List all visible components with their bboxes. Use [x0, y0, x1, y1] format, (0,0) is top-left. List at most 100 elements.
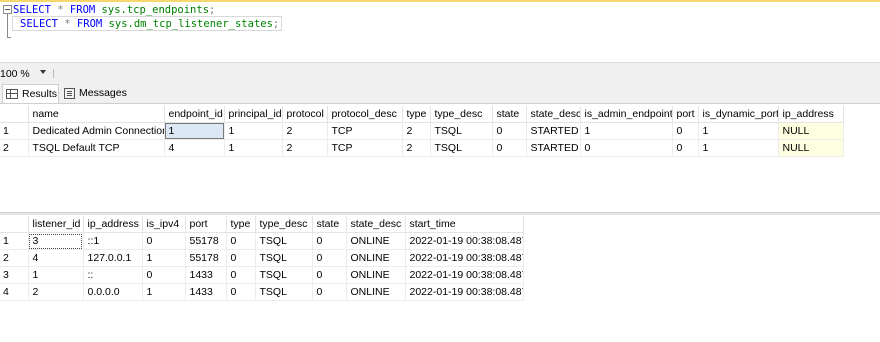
- grid-cell[interactable]: 0: [492, 122, 527, 140]
- column-header[interactable]: type: [226, 216, 256, 233]
- grid-cell[interactable]: 0: [226, 266, 256, 284]
- table-row[interactable]: 4 2 0.0.0.0 1 1433 0 TSQL 0 ONLINE 2022-…: [0, 283, 524, 301]
- grid-cell[interactable]: 0: [312, 249, 347, 267]
- column-header[interactable]: start_time: [405, 216, 524, 233]
- column-header[interactable]: type_desc: [430, 106, 493, 123]
- grid-cell[interactable]: 0: [672, 139, 699, 157]
- grid-cell[interactable]: TSQL Default TCP: [28, 139, 165, 157]
- column-header[interactable]: protocol_desc: [327, 106, 403, 123]
- grid-cell-null[interactable]: NULL: [778, 122, 844, 140]
- row-number[interactable]: 4: [0, 283, 29, 301]
- column-header[interactable]: state_desc: [346, 216, 406, 233]
- column-header[interactable]: state_desc: [526, 106, 581, 123]
- grid-cell[interactable]: TSQL: [255, 249, 313, 267]
- column-header[interactable]: protocol: [282, 106, 328, 123]
- column-header[interactable]: name: [28, 106, 165, 123]
- row-number-header[interactable]: [0, 106, 29, 123]
- row-number[interactable]: 2: [0, 249, 29, 267]
- grid-cell[interactable]: 4: [164, 139, 225, 157]
- grid-cell[interactable]: 1: [142, 249, 186, 267]
- grid-cell[interactable]: 0: [312, 232, 347, 250]
- grid-cell[interactable]: 55178: [185, 232, 227, 250]
- results-splitter[interactable]: [0, 212, 880, 215]
- grid-cell[interactable]: 127.0.0.1: [83, 249, 143, 267]
- query-line-2[interactable]: SELECT * FROM sys.dm_tcp_listener_states…: [20, 17, 279, 31]
- grid-cell[interactable]: 0: [312, 283, 347, 301]
- tab-results[interactable]: Results: [2, 84, 59, 103]
- grid-cell[interactable]: 1: [28, 266, 84, 284]
- grid-cell[interactable]: TCP: [327, 139, 403, 157]
- grid-cell[interactable]: 2: [282, 139, 328, 157]
- zoom-dropdown-icon[interactable]: [40, 70, 46, 74]
- grid-cell-null[interactable]: NULL: [778, 139, 844, 157]
- row-number[interactable]: 1: [0, 232, 29, 250]
- grid-cell[interactable]: 0: [580, 139, 673, 157]
- grid-cell[interactable]: TSQL: [255, 283, 313, 301]
- column-header[interactable]: ip_address: [778, 106, 844, 123]
- grid-cell[interactable]: 0: [312, 266, 347, 284]
- column-header[interactable]: is_admin_endpoint: [580, 106, 673, 123]
- grid-cell[interactable]: 0: [226, 232, 256, 250]
- row-number[interactable]: 3: [0, 266, 29, 284]
- grid-cell[interactable]: 1: [698, 122, 779, 140]
- grid-cell[interactable]: 0: [226, 249, 256, 267]
- grid-cell[interactable]: 1: [142, 283, 186, 301]
- grid-cell-selected[interactable]: 1: [164, 122, 225, 140]
- grid-cell[interactable]: 0: [492, 139, 527, 157]
- column-header[interactable]: type_desc: [255, 216, 313, 233]
- tab-messages[interactable]: Messages: [60, 84, 130, 102]
- grid-cell[interactable]: STARTED: [526, 139, 581, 157]
- column-header[interactable]: port: [185, 216, 227, 233]
- column-header[interactable]: state: [492, 106, 527, 123]
- grid-cell[interactable]: 2: [402, 139, 431, 157]
- grid-cell[interactable]: 2: [402, 122, 431, 140]
- column-header[interactable]: state: [312, 216, 347, 233]
- table-row[interactable]: 2 TSQL Default TCP 4 1 2 TCP 2 TSQL 0 ST…: [0, 139, 844, 157]
- column-header[interactable]: is_ipv4: [142, 216, 186, 233]
- grid-cell[interactable]: 2: [28, 283, 84, 301]
- grid-cell[interactable]: 2022-01-19 00:38:08.487: [405, 266, 524, 284]
- grid-cell[interactable]: ONLINE: [346, 232, 406, 250]
- grid-cell[interactable]: 0: [226, 283, 256, 301]
- column-header[interactable]: type: [402, 106, 431, 123]
- grid-cell-selected[interactable]: 3: [28, 232, 84, 250]
- grid-cell[interactable]: 2022-01-19 00:38:08.487: [405, 283, 524, 301]
- table-row[interactable]: 1 Dedicated Admin Connection 1 1 2 TCP 2…: [0, 122, 844, 140]
- grid-cell[interactable]: ONLINE: [346, 283, 406, 301]
- grid-cell[interactable]: TSQL: [255, 232, 313, 250]
- grid-cell[interactable]: 0: [142, 232, 186, 250]
- grid-cell[interactable]: TSQL: [430, 139, 493, 157]
- column-header[interactable]: port: [672, 106, 699, 123]
- grid-cell[interactable]: 2022-01-19 00:38:08.487: [405, 249, 524, 267]
- row-number-header[interactable]: [0, 216, 29, 233]
- grid-cell[interactable]: 0: [142, 266, 186, 284]
- row-number[interactable]: 1: [0, 122, 29, 140]
- table-row[interactable]: 3 1 :: 0 1433 0 TSQL 0 ONLINE 2022-01-19…: [0, 266, 524, 284]
- grid-cell[interactable]: ::: [83, 266, 143, 284]
- grid-cell[interactable]: 2: [282, 122, 328, 140]
- column-header[interactable]: is_dynamic_port: [698, 106, 779, 123]
- grid-cell[interactable]: ::1: [83, 232, 143, 250]
- grid-cell[interactable]: TCP: [327, 122, 403, 140]
- row-number[interactable]: 2: [0, 139, 29, 157]
- column-header[interactable]: ip_address: [83, 216, 143, 233]
- grid-cell[interactable]: TSQL: [255, 266, 313, 284]
- grid-cell[interactable]: 1433: [185, 283, 227, 301]
- grid-cell[interactable]: 1: [580, 122, 673, 140]
- grid-cell[interactable]: 55178: [185, 249, 227, 267]
- table-row[interactable]: 2 4 127.0.0.1 1 55178 0 TSQL 0 ONLINE 20…: [0, 249, 524, 267]
- grid-cell[interactable]: 1: [224, 139, 283, 157]
- grid-cell[interactable]: 1433: [185, 266, 227, 284]
- grid-cell[interactable]: 4: [28, 249, 84, 267]
- grid-cell[interactable]: ONLINE: [346, 266, 406, 284]
- grid-cell[interactable]: 1: [224, 122, 283, 140]
- grid-cell[interactable]: 1: [698, 139, 779, 157]
- grid-cell[interactable]: TSQL: [430, 122, 493, 140]
- table-row[interactable]: 1 3 ::1 0 55178 0 TSQL 0 ONLINE 2022-01-…: [0, 232, 524, 250]
- column-header[interactable]: endpoint_id: [164, 106, 225, 123]
- grid-cell[interactable]: ONLINE: [346, 249, 406, 267]
- zoom-level[interactable]: 100 %: [0, 68, 30, 80]
- column-header[interactable]: listener_id: [28, 216, 84, 233]
- grid-cell[interactable]: 0: [672, 122, 699, 140]
- query-line-1[interactable]: SELECT * FROM sys.tcp_endpoints;: [13, 3, 215, 17]
